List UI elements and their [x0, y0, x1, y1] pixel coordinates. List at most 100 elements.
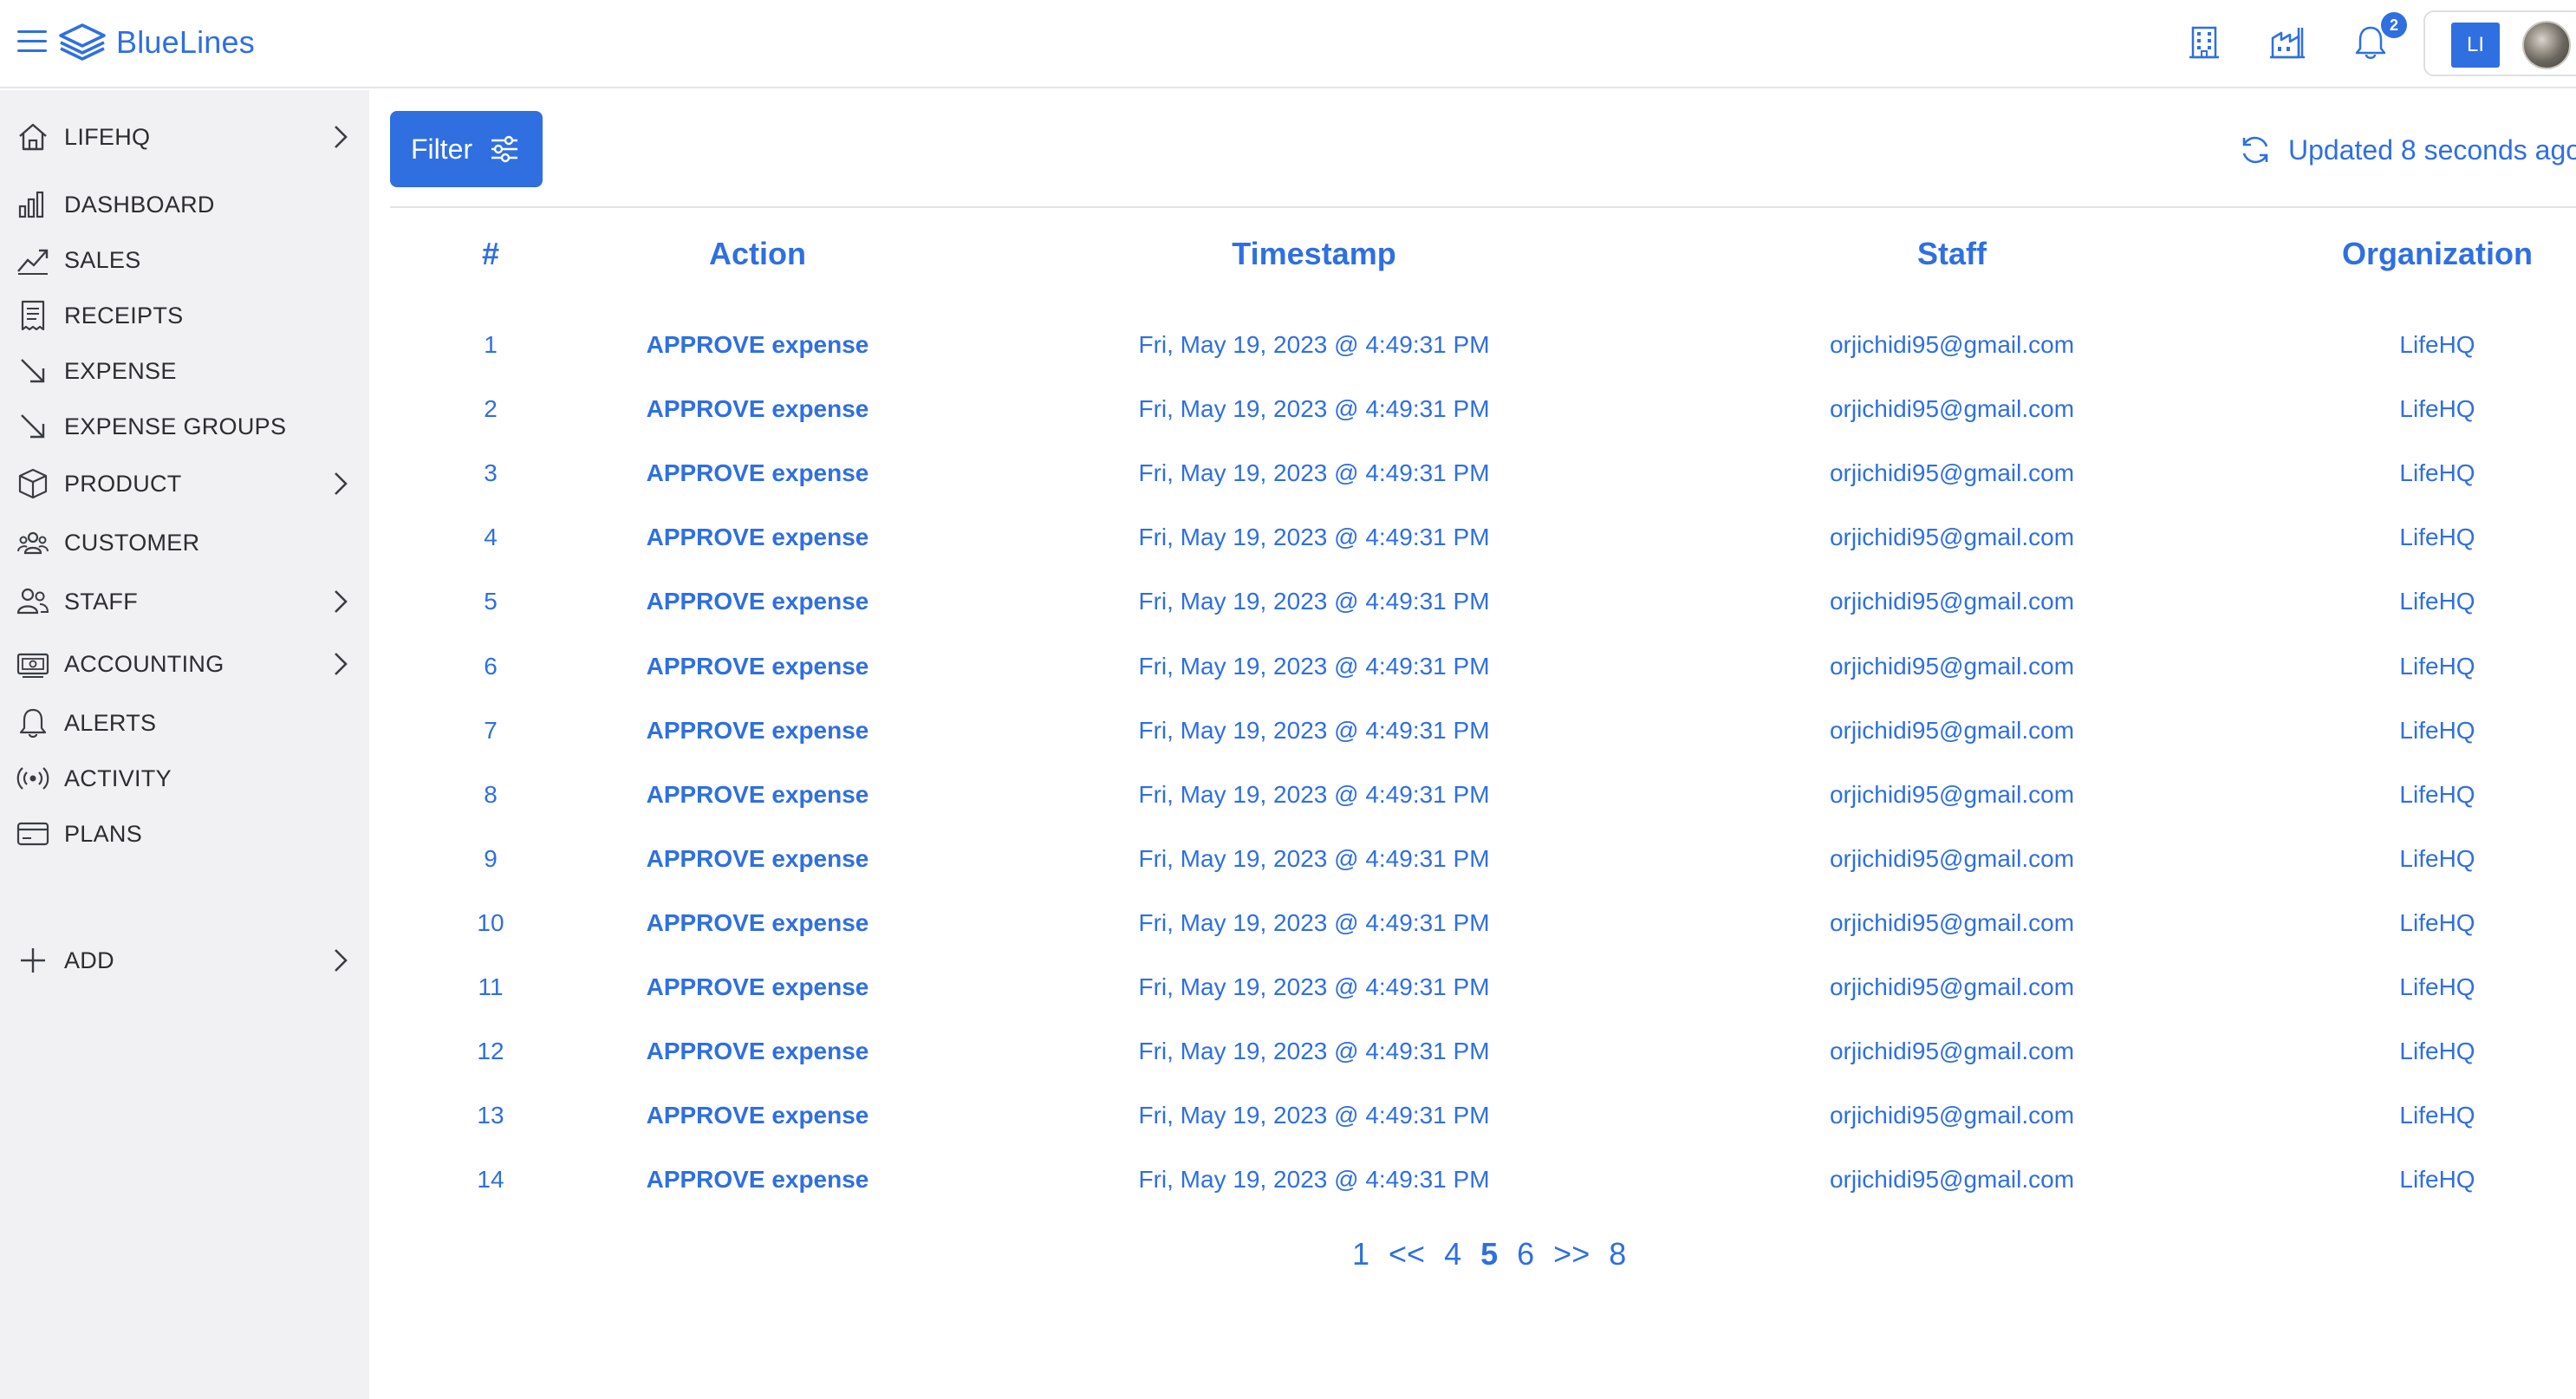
sidebar-item-dashboard[interactable]: DASHBOARD — [0, 180, 369, 229]
cell-action: APPROVE expense — [646, 845, 869, 872]
filter-button-label: Filter — [411, 133, 473, 165]
user-menu[interactable]: LI — [2423, 10, 2576, 76]
table-row[interactable]: 7 APPROVE expense Fri, May 19, 2023 @ 4:49… — [390, 701, 2576, 765]
cell-staff: orjichidi95@gmail.com — [1829, 653, 2075, 680]
table-row[interactable]: 4 APPROVE expense Fri, May 19, 2023 @ 4:49… — [390, 508, 2576, 572]
cell-staff: orjichidi95@gmail.com — [1829, 1166, 2075, 1193]
cell-timestamp: Fri, May 19, 2023 @ 4:49:31 PM — [1138, 588, 1490, 615]
staff-icon — [16, 588, 49, 615]
last-updated-text: Updated 8 seconds ago — [2288, 133, 2576, 166]
column-header-staff[interactable]: Staff — [1692, 236, 2212, 272]
chevron-right-icon[interactable] — [328, 946, 354, 975]
table-row[interactable]: 5 APPROVE expense Fri, May 19, 2023 @ 4:49… — [390, 572, 2576, 636]
table-row[interactable]: 10 APPROVE expense Fri, May 19, 2023 @ 4:4… — [390, 894, 2576, 958]
last-updated-status: Updated 8 seconds ago — [2238, 128, 2576, 172]
hamburger-menu-icon[interactable] — [16, 24, 50, 59]
user-avatar[interactable] — [2522, 21, 2571, 69]
factory-icon[interactable] — [2267, 23, 2307, 62]
chevron-right-icon[interactable] — [328, 649, 354, 679]
sidebar-item-activity[interactable]: ACTIVITY — [0, 754, 369, 803]
sidebar-item-receipts[interactable]: RECEIPTS — [0, 291, 369, 340]
trend-up-icon — [17, 249, 49, 275]
cell-timestamp: Fri, May 19, 2023 @ 4:49:31 PM — [1054, 1220, 1574, 1224]
column-header-timestamp[interactable]: Timestamp — [1054, 236, 1574, 272]
arrow-down-right-icon — [21, 359, 45, 383]
sidebar-item-alerts[interactable]: ALERTS — [0, 699, 369, 747]
sidebar-item-add[interactable]: ADD — [0, 936, 369, 985]
chevron-right-icon[interactable] — [328, 587, 354, 616]
cell-action: APPROVE expense — [646, 459, 869, 486]
cell-staff: orjichidi95@gmail.com — [1829, 909, 2075, 936]
cell-staff: orjichidi95@gmail.com — [1692, 1220, 2212, 1224]
table-row[interactable]: 2 APPROVE expense Fri, May 19, 2023 @ 4:49… — [390, 380, 2576, 444]
app-name: BlueLines — [116, 24, 255, 60]
table-row[interactable]: 1 APPROVE expense Fri, May 19, 2023 @ 4:49… — [390, 316, 2576, 380]
sidebar-item-expense-groups[interactable]: EXPENSE GROUPS — [0, 402, 369, 451]
bar-chart-icon — [18, 191, 44, 218]
refresh-icon[interactable] — [2238, 133, 2273, 167]
sidebar-item-customer[interactable]: CUSTOMER — [0, 518, 369, 567]
cell-organization: LifeHQ — [2399, 524, 2475, 550]
sidebar-item-staff[interactable]: STAFF — [0, 577, 369, 626]
cell-action: APPROVE expense — [646, 973, 869, 1000]
table-row[interactable]: 15APPROVE expenseFri, May 19, 2023 @ 4:4… — [390, 1214, 2576, 1224]
cell-staff: orjichidi95@gmail.com — [1829, 717, 2075, 744]
column-header-action[interactable]: Action — [498, 236, 1018, 272]
sidebar-item-accounting[interactable]: ACCOUNTING — [0, 640, 369, 688]
sidebar: LIFEHQ DASHBOARD SALES RECEIPTS EXPENSE … — [0, 90, 369, 1399]
page-link[interactable]: 4 — [1444, 1236, 1461, 1272]
cell-staff: orjichidi95@gmail.com — [1829, 395, 2075, 422]
page-link[interactable]: 6 — [1517, 1236, 1534, 1272]
cell-action: APPROVE expense — [646, 524, 869, 550]
cell-staff: orjichidi95@gmail.com — [1829, 588, 2075, 615]
table-row[interactable]: 12 APPROVE expense Fri, May 19, 2023 @ 4:4… — [390, 1022, 2576, 1086]
broadcast-icon — [16, 767, 49, 790]
table-row[interactable]: 8 APPROVE expense Fri, May 19, 2023 @ 4:49… — [390, 765, 2576, 830]
table-row[interactable]: 6 APPROVE expense Fri, May 19, 2023 @ 4:49… — [390, 637, 2576, 701]
sidebar-item-plans[interactable]: PLANS — [0, 810, 369, 858]
cell-timestamp: Fri, May 19, 2023 @ 4:49:31 PM — [1138, 909, 1490, 936]
cell-organization: LifeHQ — [2399, 845, 2475, 872]
cell-organization: LifeHQ — [2399, 1038, 2475, 1064]
table-row[interactable]: 14 APPROVE expense Fri, May 19, 2023 @ 4:4… — [390, 1150, 2576, 1214]
card-icon — [16, 822, 49, 846]
building-icon[interactable] — [2184, 23, 2224, 62]
page-next-button[interactable]: >> — [1553, 1236, 1590, 1272]
page-prev-button[interactable]: << — [1389, 1236, 1425, 1272]
table-row[interactable]: 13 APPROVE expense Fri, May 19, 2023 @ 4:4… — [390, 1086, 2576, 1150]
cell-action: APPROVE expense — [646, 909, 869, 936]
cell-staff: orjichidi95@gmail.com — [1829, 973, 2075, 1000]
cell-action: APPROVE expense — [646, 588, 869, 615]
cell-timestamp: Fri, May 19, 2023 @ 4:49:31 PM — [1138, 781, 1490, 808]
app-logo[interactable]: BlueLines — [57, 21, 255, 64]
page-link[interactable]: 5 — [1480, 1236, 1498, 1272]
sidebar-item-sales[interactable]: SALES — [0, 236, 369, 284]
sidebar-item-product[interactable]: PRODUCT — [0, 459, 369, 508]
cash-icon — [16, 653, 49, 678]
user-initials-avatar[interactable]: LI — [2451, 23, 2500, 68]
filter-button[interactable]: Filter — [390, 111, 543, 187]
cell-action: APPROVE expense — [646, 781, 869, 808]
page-link[interactable]: 1 — [1352, 1236, 1369, 1272]
cell-staff: orjichidi95@gmail.com — [1829, 845, 2075, 872]
top-bar: BlueLines 2 LI — [0, 0, 2576, 88]
box-icon — [18, 468, 48, 499]
chevron-right-icon[interactable] — [328, 122, 354, 152]
cell-organization: LifeHQ — [2399, 1102, 2475, 1129]
sidebar-item-expense[interactable]: EXPENSE — [0, 347, 369, 395]
cell-organization: LifeHQ — [2399, 459, 2475, 486]
cell-organization: LifeHQ — [2399, 717, 2475, 744]
arrow-down-right-icon — [21, 414, 45, 439]
bell-icon — [19, 708, 47, 739]
table-row[interactable]: 3 APPROVE expense Fri, May 19, 2023 @ 4:49… — [390, 444, 2576, 508]
cell-staff: orjichidi95@gmail.com — [1829, 1102, 2075, 1129]
column-header-organization[interactable]: Organization — [2177, 236, 2576, 272]
sidebar-item-lifehq[interactable]: LIFEHQ — [0, 113, 369, 161]
table-row[interactable]: 9 APPROVE expense Fri, May 19, 2023 @ 4:49… — [390, 830, 2576, 894]
cell-timestamp: Fri, May 19, 2023 @ 4:49:31 PM — [1138, 1166, 1490, 1193]
cell-staff: orjichidi95@gmail.com — [1829, 459, 2075, 486]
page-link[interactable]: 8 — [1609, 1236, 1626, 1272]
table-row[interactable]: 11 APPROVE expense Fri, May 19, 2023 @ 4:4… — [390, 958, 2576, 1022]
cell-action: APPROVE expense — [646, 1166, 869, 1193]
chevron-right-icon[interactable] — [328, 469, 354, 498]
